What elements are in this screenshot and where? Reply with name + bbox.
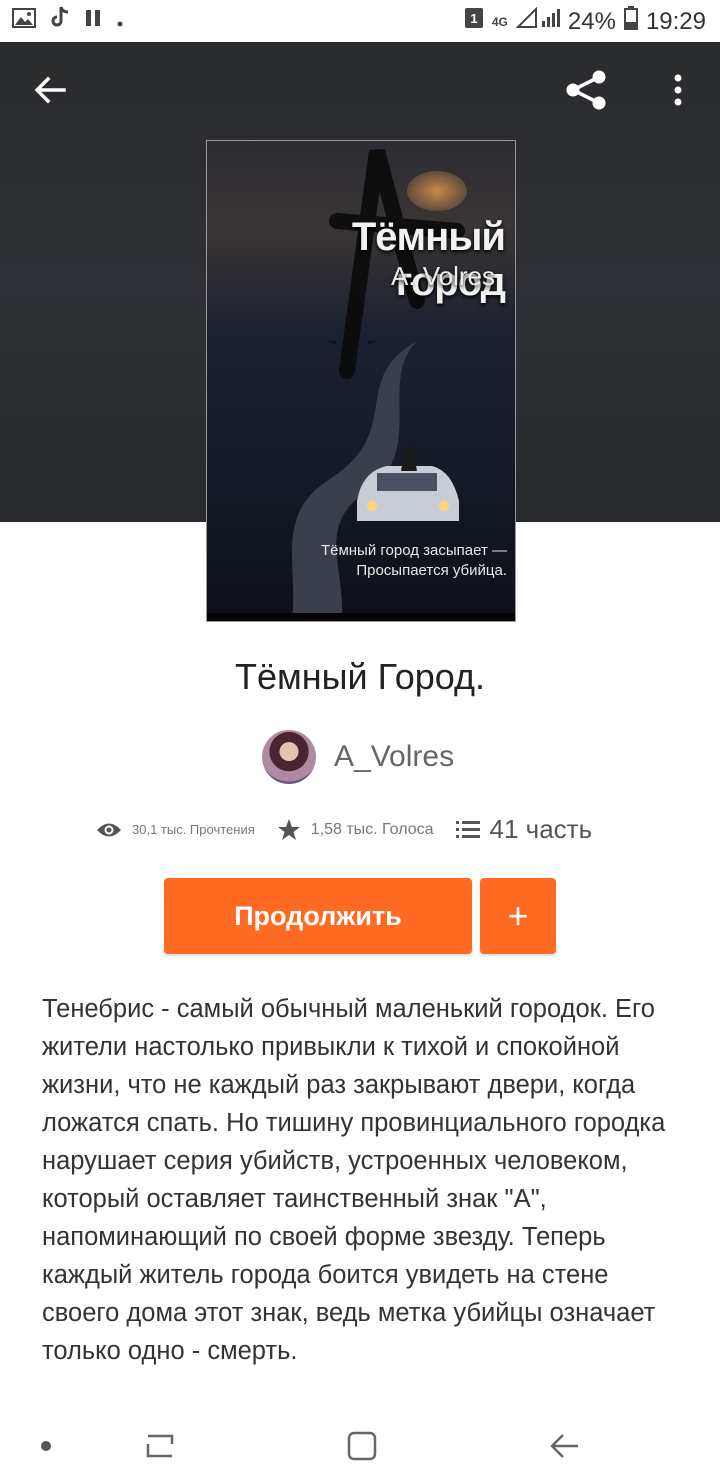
back-icon: [548, 1430, 580, 1467]
book-cover[interactable]: Тёмный город A. Volres Тёмный город засы…: [206, 140, 516, 622]
star-icon: [277, 818, 300, 840]
reads-count: 30,1 тыс. Прочтения: [132, 822, 255, 837]
add-to-library-button[interactable]: +: [480, 878, 556, 954]
clock: 19:29: [645, 7, 706, 35]
list-icon: [455, 820, 480, 838]
battery-icon: [623, 6, 638, 37]
votes-count: 1,58 тыс. Голоса: [310, 820, 434, 838]
network-type: 4G: [491, 14, 508, 29]
recent-apps-button[interactable]: [140, 1428, 180, 1468]
sim-icon: 1: [464, 7, 484, 36]
gallery-icon: [12, 7, 36, 35]
parts-count[interactable]: 41 часть: [490, 814, 593, 845]
cover-tagline-line: Тёмный город засыпает —: [320, 542, 507, 559]
dot-icon: [40, 1439, 52, 1457]
sim-badge: 1: [470, 11, 477, 26]
author-name[interactable]: A_Volres: [334, 740, 454, 774]
battery-percent: 24%: [567, 7, 616, 35]
nav-dot-button[interactable]: [26, 1428, 66, 1468]
book-title: Тёмный Город.: [235, 656, 485, 697]
recent-apps-icon: [144, 1430, 176, 1467]
continue-reading-button[interactable]: Продолжить: [164, 878, 472, 954]
avatar[interactable]: [262, 730, 316, 784]
cover-author: A. Volres: [390, 261, 495, 291]
parts-stat[interactable]: 41 часть: [455, 814, 593, 845]
book-description: Тенебрис - самый обычный маленький город…: [42, 995, 666, 1365]
more-vertical-icon: [674, 74, 682, 111]
author-link[interactable]: A_Volres: [262, 730, 454, 784]
back-button[interactable]: [22, 70, 78, 114]
book-stats: 30,1 тыс. Прочтения 1,58 тыс. Голоса 41 …: [96, 814, 592, 845]
tiktok-icon: [50, 6, 70, 35]
signal-icon: [515, 6, 560, 36]
cover-tagline: Тёмный город засыпает — Просыпается убий…: [307, 541, 507, 581]
reads-stat: 30,1 тыс. Прочтения: [96, 821, 255, 839]
system-nav-bar: [0, 1410, 720, 1480]
more-options-button[interactable]: [650, 70, 706, 114]
votes-stat: 1,58 тыс. Голоса: [277, 818, 434, 842]
pause-icon: [84, 7, 102, 35]
home-icon: [346, 1430, 378, 1467]
share-icon: [564, 69, 608, 116]
home-button[interactable]: [342, 1428, 382, 1468]
eye-icon: [97, 823, 121, 836]
share-button[interactable]: [558, 70, 614, 114]
dot-icon: [116, 7, 124, 35]
arrow-left-icon: [34, 76, 66, 109]
cover-tagline-line: Просыпается убийца.: [356, 562, 507, 579]
cover-bottom-bar: [207, 613, 515, 621]
system-back-button[interactable]: [544, 1428, 584, 1468]
car-image: [357, 445, 459, 521]
status-bar: 1 4G 24% 19:29: [0, 0, 720, 42]
